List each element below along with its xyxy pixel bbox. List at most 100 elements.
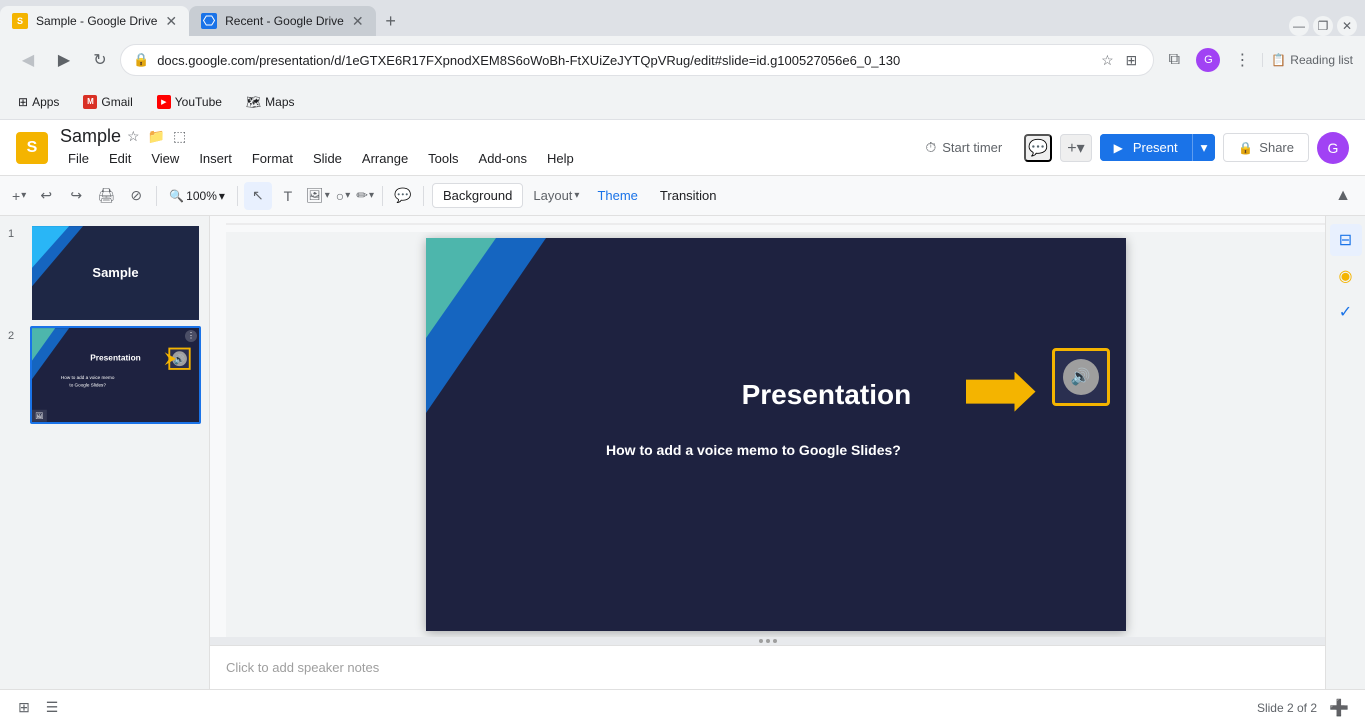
bookmark-apps-label: Apps — [32, 95, 59, 109]
slide-thumb-1[interactable]: 1 Sample — [8, 224, 201, 322]
tab-sample[interactable]: S Sample - Google Drive ✕ — [0, 6, 189, 36]
collapse-toolbar-button[interactable]: ▲ — [1329, 182, 1357, 210]
bookmark-youtube[interactable]: ▶ YouTube — [151, 91, 228, 113]
folder-icon[interactable]: 📁 — [146, 126, 167, 147]
header-right: ⏱ Start timer 💬 +▾ ▶ Present ▾ 🔒 Share G — [911, 132, 1349, 164]
paint-format-button[interactable]: ⊘ — [122, 182, 150, 210]
ruler-corner — [210, 216, 226, 232]
comments-button[interactable]: 💬 — [1024, 134, 1052, 162]
slide-canvas[interactable]: Presentation How to add a voice memo to … — [426, 238, 1126, 631]
slide-title: Presentation — [742, 379, 912, 411]
bookmark-apps[interactable]: ⊞ Apps — [12, 91, 65, 113]
share-button[interactable]: 🔒 Share — [1223, 133, 1309, 162]
layout-button[interactable]: Layout▾ — [527, 182, 585, 210]
transition-button[interactable]: Transition — [650, 184, 727, 207]
tab-bar: S Sample - Google Drive ✕ Recent - Googl… — [0, 0, 1365, 36]
window-maximize[interactable]: ❐ — [1313, 16, 1333, 36]
pen-tool[interactable]: ✏▾ — [354, 182, 376, 210]
slide-panel: 1 Sample 2 — [0, 216, 210, 689]
menu-insert[interactable]: Insert — [191, 147, 240, 170]
divider-3 — [382, 186, 383, 206]
undo-button[interactable]: ↩ — [32, 182, 60, 210]
bookmark-maps-label: Maps — [265, 95, 294, 109]
notes-panel-button[interactable]: ◉ — [1330, 260, 1362, 292]
slide-thumb-2[interactable]: 2 Presentation How to add a voice memo t… — [8, 326, 201, 424]
forward-button[interactable]: ▶ — [48, 44, 80, 76]
window-minimize[interactable]: — — [1289, 16, 1309, 36]
tasks-button[interactable]: ✓ — [1330, 296, 1362, 328]
app-header: S Sample ☆ 📁 ⬚ File Edit View Insert For… — [0, 120, 1365, 176]
present-main-button[interactable]: ▶ Present — [1100, 134, 1192, 161]
menu-edit[interactable]: Edit — [101, 147, 139, 170]
comment-tool[interactable]: 💬 — [389, 182, 417, 210]
reading-list-button[interactable]: 📋Reading list — [1262, 53, 1353, 67]
tab-title-recent: Recent - Google Drive — [225, 14, 344, 28]
tab-close-recent[interactable]: ✕ — [352, 13, 364, 30]
explore-button[interactable]: ⊟ — [1330, 224, 1362, 256]
grid-view-button[interactable]: ⊞ — [12, 696, 36, 720]
slide-canvas-area[interactable]: Presentation How to add a voice memo to … — [226, 232, 1325, 637]
svg-text:Presentation: Presentation — [90, 353, 141, 363]
start-timer-button[interactable]: ⏱ Start timer — [911, 133, 1016, 162]
zoom-out-button[interactable]: ➕ — [1325, 694, 1353, 722]
add-slide-button[interactable]: +▾ — [8, 182, 30, 210]
present-dropdown-button[interactable]: ▾ — [1192, 134, 1216, 161]
redo-button[interactable]: ↪ — [62, 182, 90, 210]
favorite-icon[interactable]: ☆ — [125, 126, 142, 147]
bookmark-gmail[interactable]: M Gmail — [77, 91, 138, 113]
menu-slide[interactable]: Slide — [305, 147, 350, 170]
slide-area-wrapper: Presentation How to add a voice memo to … — [210, 216, 1325, 689]
select-tool[interactable]: ↖ — [244, 182, 272, 210]
address-bar[interactable]: 🔒 docs.google.com/presentation/d/1eGTXE6… — [120, 44, 1154, 76]
background-button[interactable]: Background — [432, 183, 523, 208]
slide-counter: Slide 2 of 2 — [1257, 701, 1317, 715]
slide-preview-1[interactable]: Sample — [30, 224, 201, 322]
menu-file[interactable]: File — [60, 147, 97, 170]
arrow-shape — [966, 372, 1036, 412]
back-button[interactable]: ◀ — [12, 44, 44, 76]
menu-help[interactable]: Help — [539, 147, 582, 170]
star-icon[interactable]: ☆ — [1097, 50, 1117, 70]
profile-button[interactable]: G — [1192, 44, 1224, 76]
app-logo-letter: S — [27, 139, 38, 157]
slide-num-1: 1 — [8, 224, 24, 240]
extensions-button[interactable]: ⧉ — [1158, 44, 1190, 76]
print-button[interactable]: 🖨 — [92, 182, 120, 210]
new-tab-button[interactable]: + — [376, 6, 406, 36]
insert-button[interactable]: +▾ — [1060, 134, 1091, 162]
reload-button[interactable]: ↻ — [84, 44, 116, 76]
slide-preview-2[interactable]: Presentation How to add a voice memo to … — [30, 326, 201, 424]
text-tool[interactable]: T — [274, 182, 302, 210]
lock-icon: 🔒 — [133, 52, 149, 68]
menu-tools[interactable]: Tools — [420, 147, 466, 170]
slide-num-2: 2 — [8, 326, 24, 342]
app-title: Sample — [60, 126, 121, 147]
list-view-button[interactable]: ☰ — [40, 696, 64, 720]
speaker-notes[interactable]: Click to add speaker notes — [210, 645, 1325, 689]
tab-close-sample[interactable]: ✕ — [165, 13, 177, 30]
bookmark-maps[interactable]: 🗺 Maps — [240, 91, 301, 113]
audio-icon-box[interactable]: 🔊 — [1052, 348, 1110, 406]
expand-icon[interactable]: ⬚ — [171, 126, 188, 147]
more-button[interactable]: ⋮ — [1226, 44, 1258, 76]
slide2-options[interactable]: ⋮ — [185, 330, 197, 342]
bookmarks-bar: ⊞ Apps M Gmail ▶ YouTube 🗺 Maps — [0, 84, 1365, 120]
bottom-bar: ⊞ ☰ Slide 2 of 2 ➕ — [0, 689, 1365, 725]
menu-addons[interactable]: Add-ons — [471, 147, 535, 170]
tab-recent[interactable]: Recent - Google Drive ✕ — [189, 6, 375, 36]
menu-view[interactable]: View — [143, 147, 187, 170]
shapes-tool[interactable]: ○▾ — [334, 182, 353, 210]
notes-resize-handle[interactable] — [210, 637, 1325, 645]
theme-button[interactable]: Theme — [587, 184, 647, 207]
window-close[interactable]: ✕ — [1337, 16, 1357, 36]
zoom-control[interactable]: 🔍 100% ▾ — [163, 189, 231, 203]
menu-arrange[interactable]: Arrange — [354, 147, 416, 170]
user-avatar[interactable]: G — [1317, 132, 1349, 164]
ruler-row — [210, 216, 1325, 232]
menu-format[interactable]: Format — [244, 147, 301, 170]
speaker-notes-placeholder[interactable]: Click to add speaker notes — [226, 660, 379, 675]
image-tool[interactable]: 🖼▾ — [304, 182, 332, 210]
extension-icon[interactable]: ⊞ — [1121, 50, 1141, 70]
arrow-indicator — [966, 372, 1036, 412]
tab-favicon-recent — [201, 13, 217, 29]
